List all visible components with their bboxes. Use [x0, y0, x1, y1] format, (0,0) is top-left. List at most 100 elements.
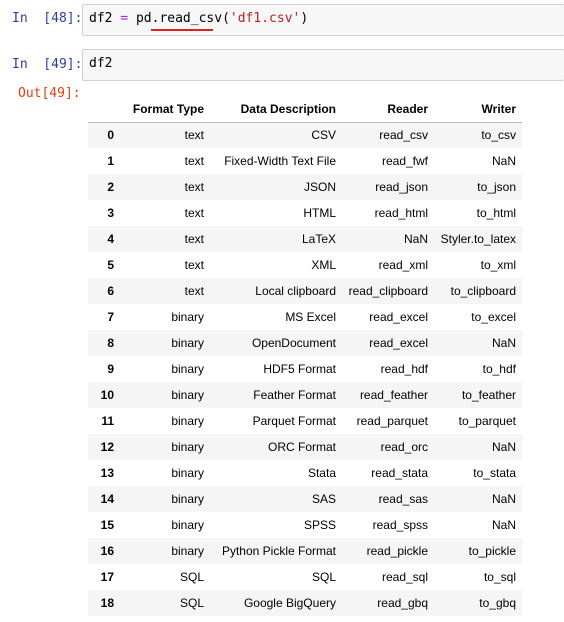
cell-writer: to_html	[476, 206, 516, 220]
cell-data-description: Local clipboard	[255, 284, 336, 298]
row-index: 6	[107, 284, 114, 298]
cell-data-description: OpenDocument	[251, 336, 336, 350]
cell-data-description: HTML	[303, 206, 336, 220]
cell-format-type: binary	[171, 310, 204, 324]
code-input-49[interactable]: df2	[82, 49, 564, 81]
cell-format-type: binary	[171, 440, 204, 454]
row-index: 14	[100, 492, 114, 506]
code-input-48[interactable]: df2 = pd.read_csv('df1.csv')	[82, 4, 564, 36]
table-row: 8 binary OpenDocument read_excel NaN	[88, 330, 522, 356]
cell-reader: read_csv	[379, 128, 428, 143]
dataframe-table: Format Type Data Description Reader Writ…	[88, 96, 522, 616]
code-token-var: df2	[89, 11, 121, 26]
table-row: 9 binary HDF5 Format read_hdf to_hdf	[88, 356, 522, 382]
input-prompt-49: In [49]:	[12, 57, 83, 72]
cell-format-type: text	[184, 284, 204, 298]
cell-reader: read_orc	[380, 440, 428, 454]
row-index: 3	[107, 206, 114, 220]
cell-writer: to_excel	[471, 310, 516, 324]
table-row: 14 binary SAS read_sas NaN	[88, 486, 522, 512]
cell-writer: NaN	[491, 154, 516, 168]
cell-data-description: JSON	[303, 180, 336, 194]
cell-reader: read_html	[374, 206, 428, 220]
cell-reader: read_fwf	[381, 154, 428, 168]
cell-data-description: CSV	[311, 128, 336, 143]
table-row: 18 SQL Google BigQuery read_gbq to_gbq	[88, 590, 522, 616]
header-writer: Writer	[434, 96, 522, 123]
cell-reader: read_clipboard	[348, 284, 428, 298]
cell-data-description: MS Excel	[285, 310, 336, 324]
cell-data-description: Python Pickle Format	[221, 544, 336, 558]
header-data-description: Data Description	[210, 96, 342, 123]
code-cell-49: In [49]: df2	[0, 46, 564, 86]
row-index: 4	[107, 232, 114, 246]
row-index: 16	[100, 544, 114, 558]
cell-writer: NaN	[491, 440, 516, 454]
cell-reader: read_json	[375, 180, 428, 194]
cell-reader: read_sas	[378, 492, 428, 506]
cell-writer: to_csv	[481, 128, 516, 143]
cell-format-type: SQL	[179, 570, 204, 584]
cell-format-type: binary	[171, 466, 204, 480]
row-index: 8	[107, 336, 114, 350]
cell-format-type: binary	[171, 544, 204, 558]
row-index: 17	[100, 570, 114, 584]
cell-writer: to_clipboard	[450, 284, 516, 298]
cell-writer: Styler.to_latex	[440, 232, 516, 246]
cell-writer: NaN	[491, 336, 516, 350]
code-token-paren-close: )	[300, 11, 309, 26]
cell-format-type: text	[184, 128, 204, 143]
code-cell-48: In [48]: df2 = pd.read_csv('df1.csv')	[0, 0, 564, 40]
table-row: 16 binary Python Pickle Format read_pickle t…	[88, 538, 522, 564]
cell-data-description: Parquet Format	[252, 414, 336, 428]
cell-reader: read_feather	[359, 388, 428, 402]
cell-format-type: text	[184, 232, 204, 246]
cell-writer: to_hdf	[482, 362, 516, 376]
table-row: 12 binary ORC Format read_orc NaN	[88, 434, 522, 460]
cell-format-type: SQL	[179, 596, 204, 610]
cell-writer: NaN	[491, 518, 516, 532]
cell-reader: read_pickle	[366, 544, 428, 558]
cell-data-description: SPSS	[303, 518, 336, 532]
row-index: 2	[107, 180, 114, 194]
table-row: 5 text XML read_xml to_xml	[88, 252, 522, 278]
table-row: 7 binary MS Excel read_excel to_excel	[88, 304, 522, 330]
header-reader: Reader	[342, 96, 434, 123]
cell-data-description: HDF5 Format	[263, 362, 336, 376]
cell-data-description: SAS	[311, 492, 336, 506]
code-token-paren-open: (	[222, 11, 230, 26]
cell-format-type: binary	[171, 336, 204, 350]
cell-format-type: binary	[171, 414, 204, 428]
cell-data-description: Stata	[307, 466, 336, 480]
table-row: 0 text CSV read_csv to_csv	[88, 122, 522, 148]
cell-reader: read_xml	[378, 258, 428, 272]
output-prompt-49: Out[49]:	[18, 86, 81, 101]
cell-format-type: text	[184, 206, 204, 220]
table-row: 17 SQL SQL read_sql to_sql	[88, 564, 522, 590]
table-row: 2 text JSON read_json to_json	[88, 174, 522, 200]
row-index: 7	[107, 310, 114, 324]
code-token-function: read_csv	[159, 11, 223, 26]
cell-writer: NaN	[491, 492, 516, 506]
cell-data-description: LaTeX	[301, 232, 336, 246]
cell-format-type: text	[184, 154, 204, 168]
table-row: 10 binary Feather Format read_feather to_fea…	[88, 382, 522, 408]
code-token-assign: =	[120, 11, 129, 26]
table-row: 15 binary SPSS read_spss NaN	[88, 512, 522, 538]
cell-reader: read_gbq	[377, 596, 428, 610]
cell-writer: to_feather	[461, 388, 516, 402]
row-index: 1	[107, 154, 114, 168]
cell-format-type: binary	[171, 388, 204, 402]
cell-writer: to_xml	[480, 258, 516, 272]
cell-format-type: text	[184, 258, 204, 272]
cell-format-type: binary	[171, 362, 204, 376]
cell-writer: to_pickle	[468, 544, 516, 558]
row-index: 18	[100, 596, 114, 610]
row-index: 10	[100, 388, 114, 402]
cell-data-description: Google BigQuery	[243, 596, 336, 610]
table-row: 1 text Fixed-Width Text File read_fwf NaN	[88, 148, 522, 174]
row-index: 0	[107, 128, 114, 143]
table-row: 6 text Local clipboard read_clipboard to_cli…	[88, 278, 522, 304]
header-format-type: Format Type	[120, 96, 210, 123]
code-line-48: df2 = pd.read_csv('df1.csv')	[89, 11, 308, 26]
